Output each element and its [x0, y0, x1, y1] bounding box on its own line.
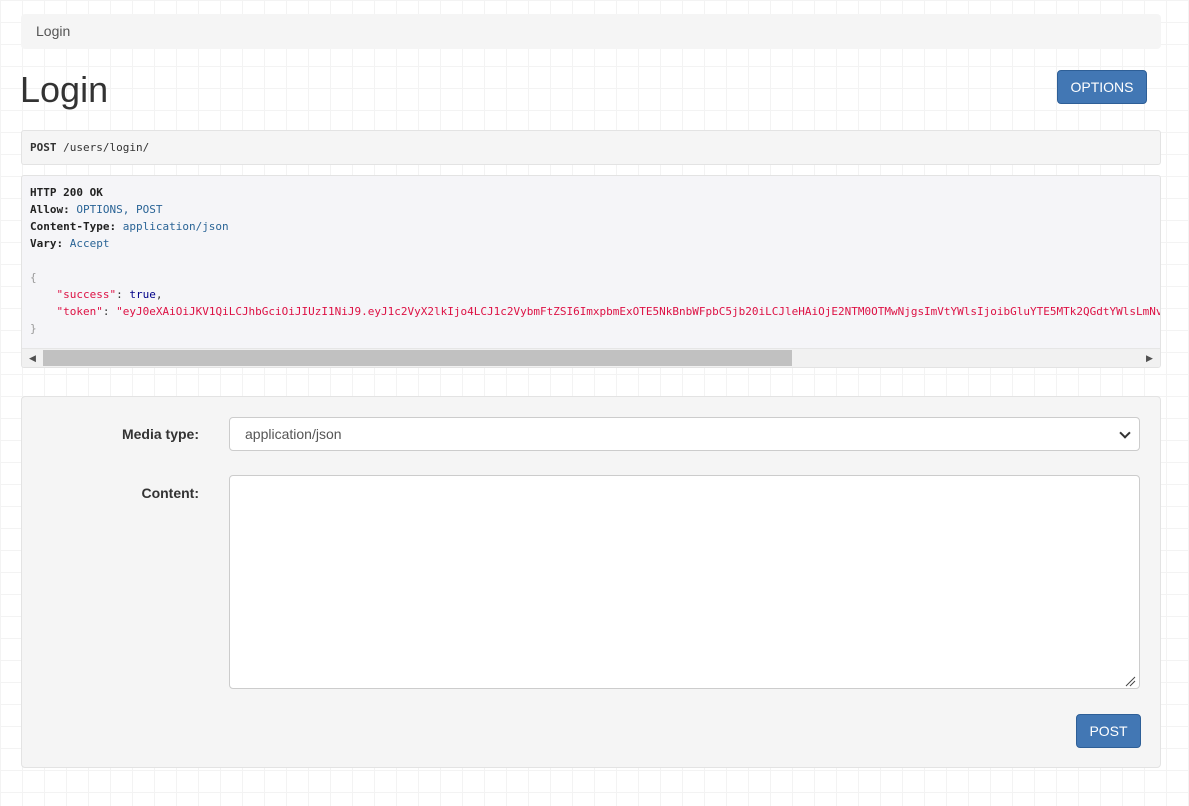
header-value: OPTIONS, POST	[76, 203, 163, 216]
content-textarea[interactable]	[229, 475, 1140, 689]
request-method: POST	[30, 141, 57, 154]
content-label: Content:	[141, 485, 199, 501]
json-close-brace: }	[30, 322, 37, 335]
breadcrumb: Login	[21, 14, 1161, 49]
response-status: HTTP 200 OK	[30, 186, 103, 199]
header-key: Vary:	[30, 237, 64, 250]
scrollbar-thumb[interactable]	[43, 350, 792, 366]
response-panel: HTTP 200 OK Allow: OPTIONS, POST Content…	[21, 175, 1161, 368]
media-type-label: Media type:	[121, 426, 199, 442]
raw-data-form: Media type: application/json Content: PO…	[21, 396, 1161, 768]
json-open-brace: {	[30, 271, 37, 284]
horizontal-scrollbar[interactable]: ◀ ▶	[22, 348, 1160, 367]
scroll-right-arrow-icon[interactable]: ▶	[1139, 349, 1160, 367]
json-value: "eyJ0eXAiOiJKV1QiLCJhbGciOiJIUzI1NiJ9.ey…	[116, 305, 1160, 318]
header-key: Content-Type:	[30, 220, 117, 233]
options-button[interactable]: OPTIONS	[1057, 70, 1147, 104]
header-value: application/json	[122, 220, 229, 233]
post-button[interactable]: POST	[1076, 714, 1141, 748]
resize-grip-icon[interactable]	[1124, 675, 1136, 687]
page-title: Login	[20, 69, 109, 110]
json-key: "token"	[56, 305, 103, 318]
breadcrumb-item-login[interactable]: Login	[36, 23, 70, 39]
media-type-value: application/json	[245, 426, 342, 442]
header-value: Accept	[69, 237, 110, 250]
scroll-left-arrow-icon[interactable]: ◀	[22, 349, 43, 367]
json-comma: ,	[155, 288, 163, 301]
chevron-down-icon	[1119, 427, 1131, 439]
media-type-select[interactable]: application/json	[229, 417, 1140, 451]
request-info: POST /users/login/	[21, 130, 1161, 165]
request-path: /users/login/	[63, 141, 150, 154]
json-key: "success"	[56, 288, 117, 301]
response-content: HTTP 200 OK Allow: OPTIONS, POST Content…	[22, 176, 1160, 347]
header-key: Allow:	[30, 203, 70, 216]
json-value: true	[129, 288, 156, 301]
